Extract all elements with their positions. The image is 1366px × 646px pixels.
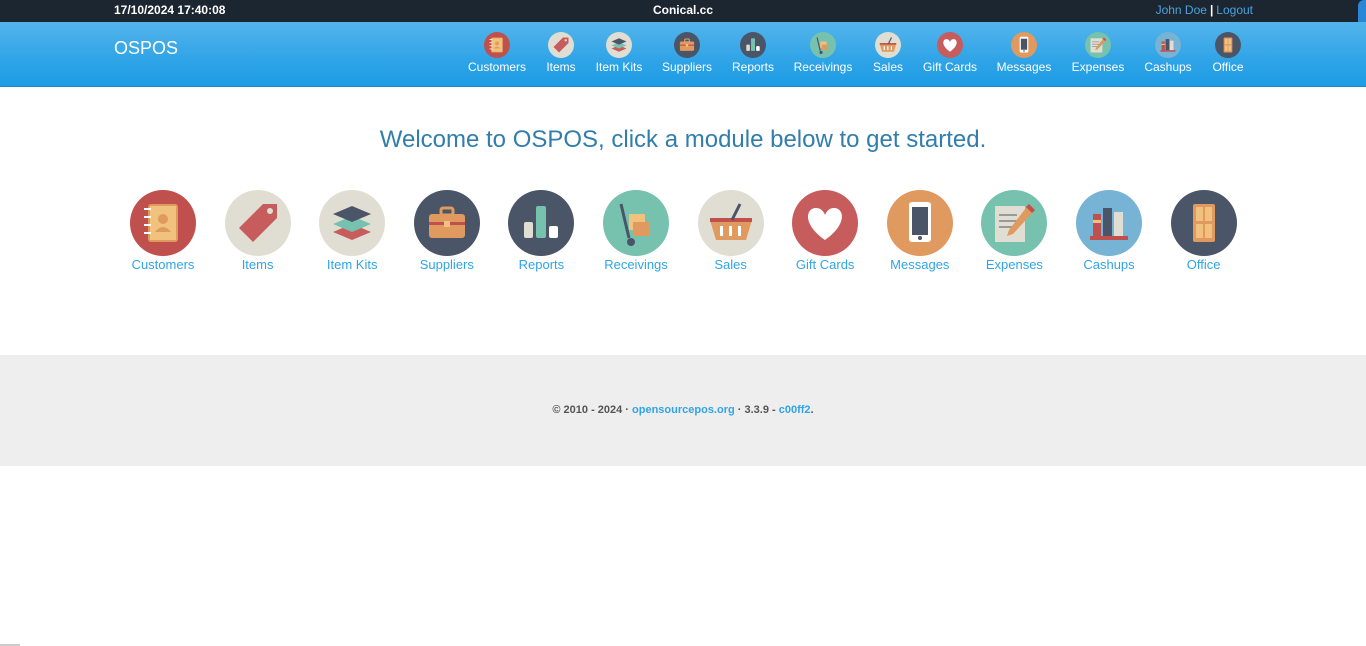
messages-icon: [1011, 32, 1037, 58]
customers-icon: [484, 32, 510, 58]
module-reports[interactable]: Reports: [494, 190, 588, 272]
module-office[interactable]: Office: [1157, 190, 1251, 272]
module-customers[interactable]: Customers: [116, 190, 210, 272]
module-label[interactable]: Suppliers: [400, 257, 494, 272]
messages-icon[interactable]: [886, 190, 953, 256]
top-status-bar: 17/10/2024 17:40:08 Conical.cc John Doe |…: [0, 0, 1366, 22]
module-item-kits[interactable]: Item Kits: [305, 190, 399, 272]
version-text: · 3.3.9 -: [734, 404, 779, 416]
cashups-icon: [1155, 32, 1181, 58]
gift-cards-icon: [937, 32, 963, 58]
separator: |: [1209, 3, 1214, 17]
module-sales[interactable]: Sales: [684, 190, 778, 272]
items-icon[interactable]: [224, 190, 291, 256]
welcome-heading: Welcome to OSPOS, click a module below t…: [379, 126, 987, 153]
module-label[interactable]: Items: [211, 257, 305, 272]
customers-icon[interactable]: [130, 190, 196, 256]
nav-item-label: Expenses: [1071, 60, 1125, 74]
module-label[interactable]: Receivings: [589, 257, 683, 272]
user-links: John Doe | Logout: [1156, 3, 1253, 17]
module-label[interactable]: Office: [1157, 257, 1251, 272]
nav-item-label: Gift Cards: [922, 60, 977, 74]
module-expenses[interactable]: Expenses: [967, 190, 1061, 272]
module-label[interactable]: Messages: [873, 257, 967, 272]
module-suppliers[interactable]: Suppliers: [400, 190, 494, 272]
nav-item-label: Reports: [731, 60, 775, 74]
cashups-icon[interactable]: [1076, 190, 1142, 256]
module-cashups[interactable]: Cashups: [1062, 190, 1156, 272]
receivings-icon[interactable]: [603, 190, 669, 256]
footer-text: © 2010 - 2024 · opensourcepos.org · 3.3.…: [0, 404, 1366, 416]
nav-item-label: Office: [1212, 60, 1244, 74]
module-label[interactable]: Item Kits: [305, 257, 399, 272]
module-messages[interactable]: Messages: [873, 190, 967, 272]
items-icon: [548, 32, 574, 58]
ospos-site-link[interactable]: opensourcepos.org: [632, 404, 735, 416]
office-icon[interactable]: [1170, 190, 1237, 256]
reports-icon[interactable]: [508, 190, 575, 256]
module-gift-cards[interactable]: Gift Cards: [778, 190, 872, 272]
nav-item-gift-cards[interactable]: Gift Cards: [910, 22, 990, 86]
copyright-text: © 2010 - 2024 ·: [552, 404, 633, 416]
module-label[interactable]: Expenses: [967, 257, 1061, 272]
user-name-link[interactable]: John Doe: [1156, 3, 1207, 17]
footer-end: .: [810, 404, 814, 416]
logout-link[interactable]: Logout: [1216, 3, 1253, 17]
module-label[interactable]: Cashups: [1062, 257, 1156, 272]
expenses-icon: [1085, 32, 1111, 58]
nav-item-office[interactable]: Office: [1188, 22, 1268, 86]
module-label[interactable]: Reports: [494, 257, 588, 272]
nav-item-messages[interactable]: Messages: [984, 22, 1064, 86]
receivings-icon: [810, 32, 836, 58]
suppliers-icon[interactable]: [413, 190, 480, 256]
module-items[interactable]: Items: [211, 190, 305, 272]
item-kits-icon[interactable]: [319, 190, 386, 256]
brand-logo[interactable]: OSPOS: [114, 38, 178, 59]
module-label[interactable]: Customers: [116, 257, 210, 272]
suppliers-icon: [674, 32, 700, 58]
main-navbar: OSPOS Customers Items Item Kits Suppliers Re…: [0, 22, 1366, 87]
module-receivings[interactable]: Receivings: [589, 190, 683, 272]
module-label[interactable]: Sales: [684, 257, 778, 272]
nav-item-label: Messages: [996, 60, 1052, 74]
office-icon: [1215, 32, 1241, 58]
gift-cards-icon[interactable]: [792, 190, 859, 256]
nav-item-expenses[interactable]: Expenses: [1058, 22, 1138, 86]
nav-item-reports[interactable]: Reports: [713, 22, 793, 86]
sales-icon: [875, 32, 901, 58]
expenses-icon[interactable]: [981, 190, 1048, 256]
module-label[interactable]: Gift Cards: [778, 257, 872, 272]
reports-icon: [740, 32, 766, 58]
sales-icon[interactable]: [697, 190, 764, 256]
commit-link[interactable]: c00ff2: [779, 404, 811, 416]
footer: © 2010 - 2024 · opensourcepos.org · 3.3.…: [0, 355, 1366, 466]
item-kits-icon: [606, 32, 632, 58]
